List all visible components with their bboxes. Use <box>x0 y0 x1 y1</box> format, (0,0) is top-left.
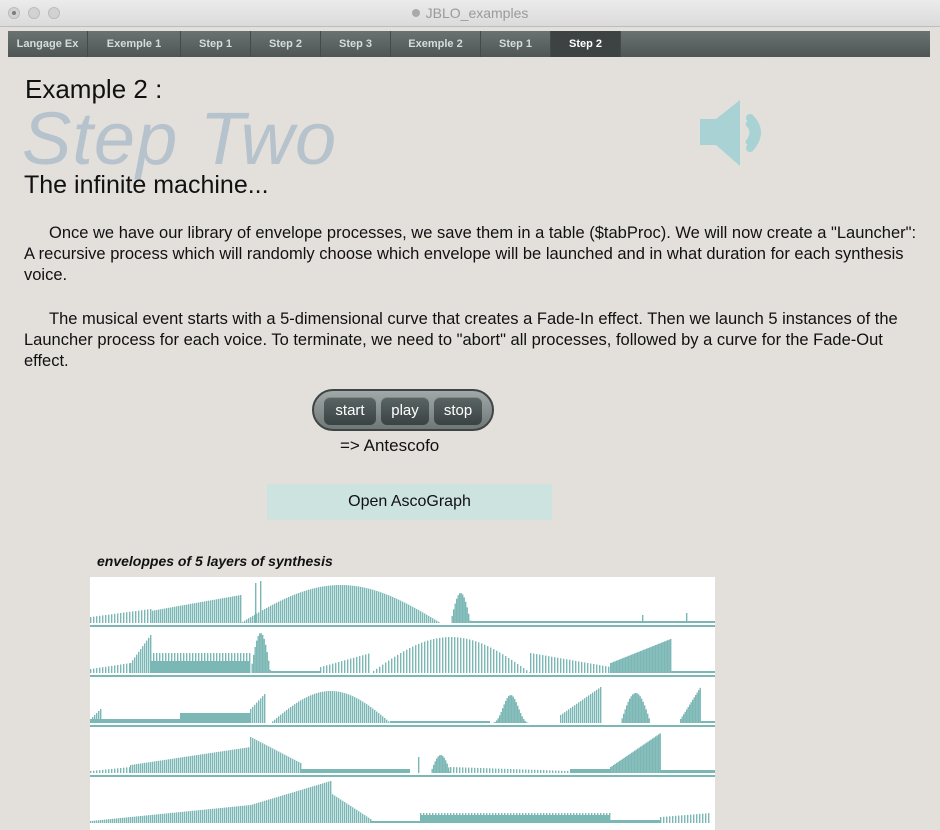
tab-step-3[interactable]: Step 3 <box>321 31 391 57</box>
play-button[interactable]: play <box>381 397 429 425</box>
envelopes-title: enveloppes of 5 layers of synthesis <box>97 553 333 569</box>
tab-exemple-2[interactable]: Exemple 2 <box>391 31 481 57</box>
envelopes-display <box>90 577 715 830</box>
step-title: Step Two <box>22 97 338 180</box>
tab-langage-ex[interactable]: Langage Ex <box>8 31 88 57</box>
tab-step-2[interactable]: Step 2 <box>251 31 321 57</box>
envelope-layer-4 <box>90 733 715 773</box>
document-icon <box>411 9 420 17</box>
tab-step-1[interactable]: Step 1 <box>181 31 251 57</box>
stop-button[interactable]: stop <box>434 397 482 425</box>
tab-exemple-1[interactable]: Exemple 1 <box>88 31 181 57</box>
subtitle: The infinite machine... <box>24 171 269 199</box>
envelope-layer-5 <box>90 781 710 823</box>
antescofo-label: => Antescofo <box>340 436 440 455</box>
paragraph-2-text: The musical event starts with a 5-dimens… <box>24 310 898 370</box>
window-titlebar: JBLO_examples <box>0 0 940 27</box>
open-ascograph-button[interactable]: Open AscoGraph <box>267 484 552 520</box>
window-title: JBLO_examples <box>0 5 940 21</box>
transport-controls: start play stop <box>312 389 494 431</box>
envelope-layer-1 <box>90 581 715 623</box>
envelope-layer-2 <box>90 633 715 673</box>
tab-step-1-b[interactable]: Step 1 <box>481 31 551 57</box>
paragraph-1-text: Once we have our library of envelope pro… <box>24 224 917 284</box>
tab-bar: Langage Ex Exemple 1 Step 1 Step 2 Step … <box>8 31 930 57</box>
tab-step-2-active[interactable]: Step 2 <box>551 31 621 57</box>
description-paragraph-1: Once we have our library of envelope pro… <box>24 223 924 286</box>
window-title-text: JBLO_examples <box>425 5 529 21</box>
description-paragraph-2: The musical event starts with a 5-dimens… <box>24 309 924 372</box>
start-button[interactable]: start <box>324 397 376 425</box>
envelope-layer-3 <box>90 687 715 723</box>
speaker-icon[interactable] <box>694 94 784 174</box>
